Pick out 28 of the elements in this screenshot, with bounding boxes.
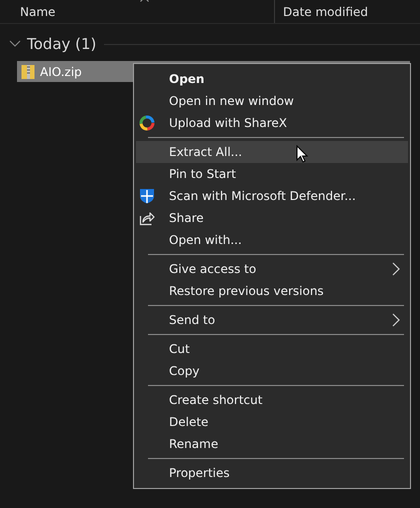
column-header[interactable]: Name	[0, 0, 275, 23]
menu-item[interactable]: Open in new window	[136, 90, 408, 112]
menu-item[interactable]: Properties	[136, 462, 408, 484]
menu-item[interactable]: Restore previous versions	[136, 280, 408, 302]
menu-item[interactable]: Scan with Microsoft Defender...	[136, 185, 408, 207]
menu-item[interactable]: Send to	[136, 309, 408, 331]
column-label: Date modified	[283, 4, 368, 18]
menu-item[interactable]: Share	[136, 207, 408, 229]
menu-item[interactable]: Create shortcut	[136, 389, 408, 411]
menu-item[interactable]: Open	[136, 68, 408, 90]
sharex-icon	[139, 115, 155, 131]
column-label: Name	[20, 4, 56, 18]
share-icon	[139, 210, 155, 226]
menu-item[interactable]: Extract All...	[136, 141, 408, 163]
menu-item[interactable]: Pin to Start	[136, 163, 408, 185]
menu-item[interactable]: Give access to	[136, 258, 408, 280]
shield-icon	[139, 188, 155, 204]
column-header[interactable]: Date modified	[275, 0, 420, 23]
menu-item[interactable]: Upload with ShareX	[136, 112, 408, 134]
group-header[interactable]: Today (1)	[27, 35, 96, 53]
file-name: AIO.zip	[40, 64, 82, 78]
menu-item[interactable]: Open with...	[136, 229, 408, 251]
zip-folder-icon	[21, 64, 35, 80]
mouse-cursor-icon	[296, 145, 308, 163]
menu-item[interactable]: Copy	[136, 360, 408, 382]
menu-item[interactable]: Rename	[136, 433, 408, 455]
menu-item[interactable]: Cut	[136, 338, 408, 360]
menu-item[interactable]: Delete	[136, 411, 408, 433]
